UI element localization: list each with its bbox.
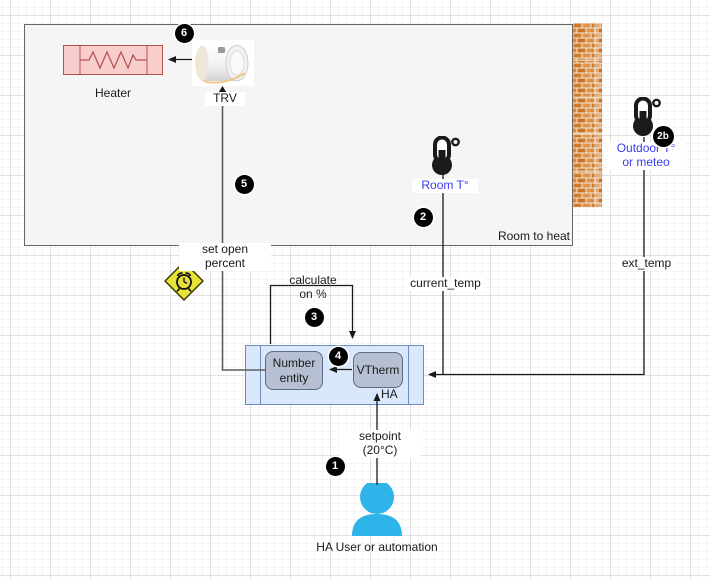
- trv-device-image: [192, 40, 254, 86]
- trv-label: TRV: [205, 92, 245, 106]
- calculate-line2: on %: [299, 287, 326, 301]
- outdoor-sensor-line2: or meteo: [622, 155, 669, 169]
- step-badge-1: 1: [326, 457, 345, 476]
- setpoint-label: setpoint (20°C): [339, 430, 421, 458]
- ha-label: HA: [381, 388, 411, 402]
- step-badge-4: 4: [329, 347, 348, 366]
- user-label: HA User or automation: [306, 541, 448, 555]
- ha-box-left-band: [260, 346, 261, 404]
- calculate-line1: calculate: [289, 273, 336, 287]
- heater-label: Heater: [73, 87, 153, 101]
- step-badge-2: 2: [414, 208, 433, 227]
- room-thermometer-icon: [430, 136, 460, 176]
- room-sensor-label: Room T°: [412, 179, 478, 193]
- vtherm-node: VTherm: [353, 352, 403, 388]
- outdoor-sensor-label: Outdoor T° or meteo: [608, 142, 684, 170]
- vtherm-label: VTherm: [357, 363, 400, 377]
- current-temp-label: current_temp: [406, 277, 485, 291]
- set-open-percent-label: set open percent: [179, 243, 271, 271]
- calculate-label: calculate on %: [283, 274, 343, 302]
- ext-temp-label: ext_temp: [618, 257, 675, 271]
- step-badge-3: 3: [305, 308, 324, 327]
- diagram-canvas: Room to heat Heater: [0, 0, 710, 579]
- number-entity-line2: entity: [280, 371, 309, 385]
- step-badge-5: 5: [235, 175, 254, 194]
- number-entity-node: Number entity: [265, 351, 323, 390]
- person-icon: [351, 483, 403, 537]
- room-label: Room to heat: [488, 230, 570, 244]
- step-badge-2b: 2b: [653, 126, 674, 147]
- heater-resistor-icon: [63, 45, 163, 75]
- step-badge-6: 6: [175, 24, 194, 43]
- brick-wall-image: [573, 23, 602, 207]
- number-entity-line1: Number: [273, 356, 316, 370]
